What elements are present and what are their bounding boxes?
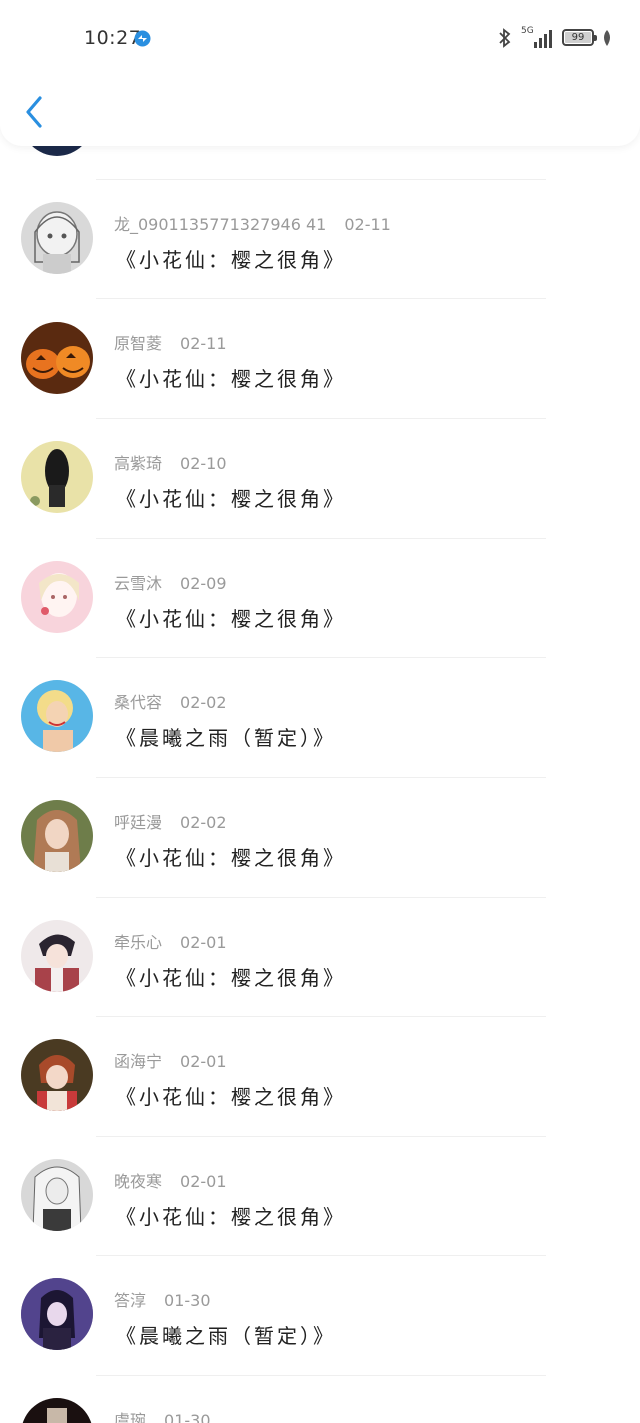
list-item[interactable]: 高紫琦 02-10 《小花仙：樱之很角》 [0,419,640,538]
avatar[interactable] [21,441,93,513]
list-item[interactable]: 桑代容 02-02 《晨曦之雨（暂定）》 [0,658,640,777]
list-item[interactable]: 答淳 01-30 《晨曦之雨（暂定）》 [0,1256,640,1375]
username[interactable]: 原智菱 [114,334,162,353]
avatar[interactable] [21,1398,93,1423]
status-bar: 10:27 5G 99 [0,0,640,80]
comment-meta: 龙_0901135771327946 41 02-11 [114,211,391,235]
comment-meta: 呼廷漫 02-02 [114,809,227,833]
date: 02-02 [180,813,227,832]
list-item[interactable]: 云雪沐 02-09 《小花仙：樱之很角》 [0,539,640,658]
comment-meta: 函海宁 02-01 [114,1048,227,1072]
date: 02-11 [180,334,227,353]
comment-meta: 原智菱 02-11 [114,330,227,354]
date: 02-01 [180,1172,227,1191]
work-title[interactable]: 《晨曦之雨（暂定）》 [116,722,336,751]
leaf-icon [604,30,610,46]
list-item[interactable]: 虞琬 01-30 [0,1376,640,1423]
list-item[interactable]: 龙_0901135771327946 41 02-11 《小花仙：樱之很角》 [0,180,640,299]
work-title[interactable]: 《小花仙：樱之很角》 [116,363,346,392]
avatar[interactable] [21,1278,93,1350]
work-title[interactable]: 《小花仙：樱之很角》 [116,1081,346,1110]
list-item[interactable]: 函海宁 02-01 《小花仙：樱之很角》 [0,1017,640,1136]
signal-icon [534,30,552,48]
comment-meta: 高紫琦 02-10 [114,450,227,474]
back-button[interactable] [20,92,50,132]
top-bar: 10:27 5G 99 [0,0,640,146]
username[interactable]: 龙_0901135771327946 41 [114,215,326,234]
date: 01-30 [164,1411,211,1423]
work-title[interactable]: 《小花仙：樱之很角》 [116,603,346,632]
list-item[interactable]: 呼廷漫 02-02 《小花仙：樱之很角》 [0,778,640,897]
date: 01-30 [164,1291,211,1310]
work-title[interactable]: 《小花仙：樱之很角》 [116,244,346,273]
avatar[interactable] [21,920,93,992]
work-title[interactable]: 《晨曦之雨（暂定）》 [116,1320,336,1349]
date: 02-02 [180,693,227,712]
comment-meta: 牵乐心 02-01 [114,929,227,953]
work-title[interactable]: 《小花仙：樱之很角》 [116,842,346,871]
date: 02-01 [180,1052,227,1071]
avatar[interactable] [21,202,93,274]
date: 02-09 [180,574,227,593]
username[interactable]: 桑代容 [114,693,162,712]
network-type: 5G [521,26,534,36]
comment-meta: 晚夜寒 02-01 [114,1168,227,1192]
username[interactable]: 答淳 [114,1291,146,1310]
avatar[interactable] [21,1039,93,1111]
date: 02-10 [180,454,227,473]
comment-meta: 云雪沐 02-09 [114,570,227,594]
date: 02-01 [180,933,227,952]
list-item[interactable]: 牵乐心 02-01 《小花仙：樱之很角》 [0,898,640,1017]
avatar[interactable] [21,561,93,633]
work-title[interactable]: 《小花仙：樱之很角》 [116,483,346,512]
work-title[interactable]: 《小花仙：樱之很角》 [116,962,346,991]
clock: 10:27 [84,27,142,49]
comment-meta: 答淳 01-30 [114,1287,211,1311]
username[interactable]: 虞琬 [114,1411,146,1423]
work-title[interactable]: 《小花仙：樱之很角》 [116,1201,346,1230]
username[interactable]: 云雪沐 [114,574,162,593]
list-item[interactable]: 晚夜寒 02-01 《小花仙：樱之很角》 [0,1137,640,1256]
avatar[interactable] [21,1159,93,1231]
battery-level: 99 [571,32,585,43]
comment-meta: 虞琬 01-30 [114,1407,211,1423]
username[interactable]: 高紫琦 [114,454,162,473]
avatar[interactable] [21,322,93,394]
network-speed-icon [134,30,151,47]
avatar[interactable] [21,680,93,752]
username[interactable]: 牵乐心 [114,933,162,952]
date: 02-11 [344,215,391,234]
username[interactable]: 晚夜寒 [114,1172,162,1191]
username[interactable]: 呼廷漫 [114,813,162,832]
avatar[interactable] [21,800,93,872]
username[interactable]: 函海宁 [114,1052,162,1071]
chevron-left-icon [26,96,42,128]
comment-meta: 桑代容 02-02 [114,689,227,713]
bluetooth-icon [499,28,511,48]
list-item[interactable]: 原智菱 02-11 《小花仙：樱之很角》 [0,299,640,418]
battery-icon: 99 [562,29,597,46]
